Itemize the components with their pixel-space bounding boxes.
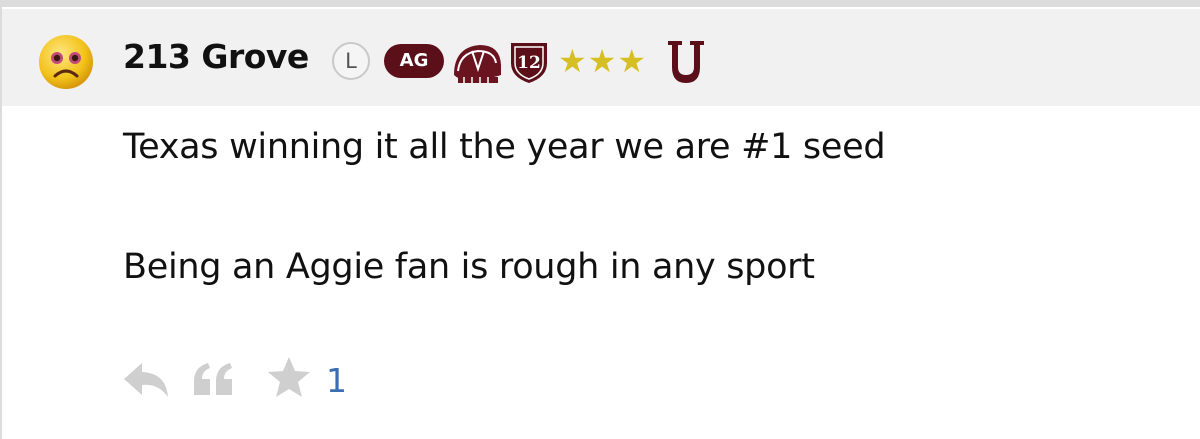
level-badge: L bbox=[332, 42, 370, 80]
quote-icon[interactable] bbox=[192, 359, 236, 399]
group-badge: AG bbox=[384, 44, 444, 78]
like-count[interactable]: 1 bbox=[326, 361, 347, 400]
u-logo-icon bbox=[668, 41, 704, 83]
shield-number: 12 bbox=[517, 53, 541, 73]
post-text-line: Being an Aggie fan is rough in any sport bbox=[123, 247, 815, 287]
username[interactable]: 213 Grove bbox=[123, 37, 309, 76]
sad-face-avatar[interactable] bbox=[38, 34, 94, 90]
forum-post: 213 Grove L AG 12 ★★★ Texas winning it a… bbox=[2, 7, 1200, 439]
reply-icon[interactable] bbox=[122, 359, 170, 399]
star-icon[interactable] bbox=[266, 355, 312, 399]
shield-badge-icon: 12 bbox=[511, 43, 547, 83]
post-header: 213 Grove L AG 12 ★★★ bbox=[2, 9, 1200, 106]
post-text-line: Texas winning it all the year we are #1 … bbox=[123, 127, 886, 167]
rating-stars: ★★★ bbox=[558, 42, 648, 80]
helmet-badge-icon bbox=[454, 45, 501, 83]
